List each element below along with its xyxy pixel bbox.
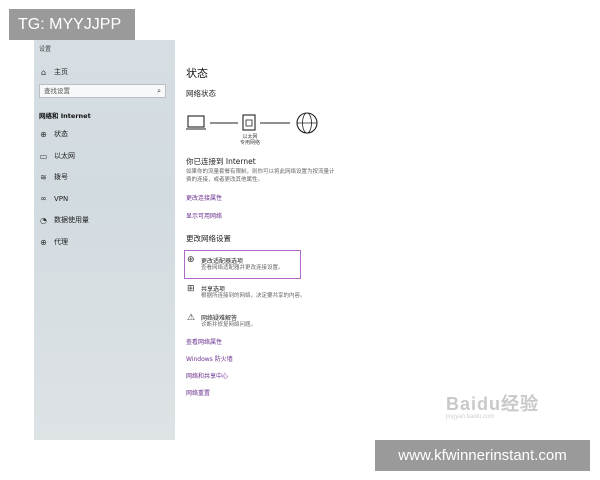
dialup-icon: ≋: [40, 172, 47, 182]
troubleshoot-desc: 诊断并修复网络问题。: [201, 322, 257, 328]
laptop-icon: [186, 115, 206, 130]
bottom-url-banner: www.kfwinnerinstant.com: [375, 440, 590, 471]
connected-description: 如果你的流量套餐有限制，则你可以将此网络设置为按流量计 费的连接，或者更改其他属…: [186, 169, 335, 183]
internet-globe-icon: [296, 112, 318, 134]
ethernet-port-icon: [242, 114, 256, 131]
search-icon: ⌕: [157, 87, 161, 95]
baidu-watermark: Baidu经验 jingyan.baidu.com: [446, 394, 540, 420]
view-network-properties-link[interactable]: 查看网络属性: [186, 337, 222, 346]
sidebar-item-dialup[interactable]: ≋ 拨号: [39, 172, 68, 182]
sidebar-home-label: 主页: [54, 68, 68, 76]
change-connection-properties-link[interactable]: 更改连接属性: [186, 193, 222, 202]
show-available-networks-link[interactable]: 显示可用网络: [186, 211, 222, 220]
search-input[interactable]: 查找设置 ⌕: [39, 84, 166, 98]
sidebar-item-label: 拨号: [54, 173, 68, 181]
connection-label: 以太网 专用网络: [239, 134, 260, 146]
adapter-options-desc: 查看网络适配器并更改连接设置。: [201, 265, 284, 271]
sidebar-item-data-usage[interactable]: ◔ 数据使用量: [39, 215, 89, 225]
sidebar-item-label: 代理: [54, 238, 68, 246]
globe-icon: ⊕: [40, 237, 47, 247]
network-status-heading: 网络状态: [186, 89, 216, 98]
sidebar-section-title: 网络和 Internet: [39, 112, 91, 120]
sidebar-item-status[interactable]: ⊕ 状态: [39, 129, 68, 139]
sidebar-item-label: 数据使用量: [54, 216, 89, 224]
sidebar-home[interactable]: ⌂ 主页: [39, 67, 68, 77]
home-icon: ⌂: [40, 67, 47, 77]
sidebar-item-label: 状态: [54, 130, 68, 138]
settings-window: 设置 ⌂ 主页 查找设置 ⌕ 网络和 Internet ⊕ 状态 ▭ 以太网 ≋…: [34, 40, 594, 440]
globe-icon: ⊕: [40, 129, 47, 139]
connected-title: 你已连接到 Internet: [186, 157, 256, 166]
page-title: 状态: [186, 67, 208, 80]
vpn-icon: ∞: [40, 194, 47, 203]
change-settings-heading: 更改网络设置: [186, 234, 231, 243]
network-sharing-center-link[interactable]: 网络和共享中心: [186, 371, 228, 380]
sidebar: 设置 ⌂ 主页 查找设置 ⌕ 网络和 Internet ⊕ 状态 ▭ 以太网 ≋…: [34, 40, 175, 440]
sharing-options-desc: 根据所连接到的网络，决定要共享的内容。: [201, 293, 306, 299]
top-tag-banner: TG: MYYJJPP: [9, 9, 135, 40]
sharing-icon: ⊞: [187, 284, 195, 294]
main-content: 状态 网络状态 以太网 专用网络 你已连接到 Internet 如果你的流量套餐…: [184, 40, 586, 440]
sidebar-item-label: VPN: [54, 194, 69, 203]
monitor-icon: ▭: [39, 151, 48, 161]
sidebar-item-ethernet[interactable]: ▭ 以太网: [39, 151, 75, 161]
windows-firewall-link[interactable]: Windows 防火墙: [186, 354, 233, 363]
adapter-icon: ⊕: [187, 255, 195, 265]
data-usage-icon: ◔: [40, 215, 47, 225]
window-title: 设置: [39, 46, 52, 53]
warning-icon: ⚠: [187, 313, 196, 323]
sidebar-item-vpn[interactable]: ∞ VPN: [39, 194, 68, 203]
sidebar-item-label: 以太网: [54, 152, 75, 160]
sidebar-item-proxy[interactable]: ⊕ 代理: [39, 237, 68, 247]
search-placeholder: 查找设置: [44, 87, 70, 95]
network-reset-link[interactable]: 网络重置: [186, 388, 210, 397]
